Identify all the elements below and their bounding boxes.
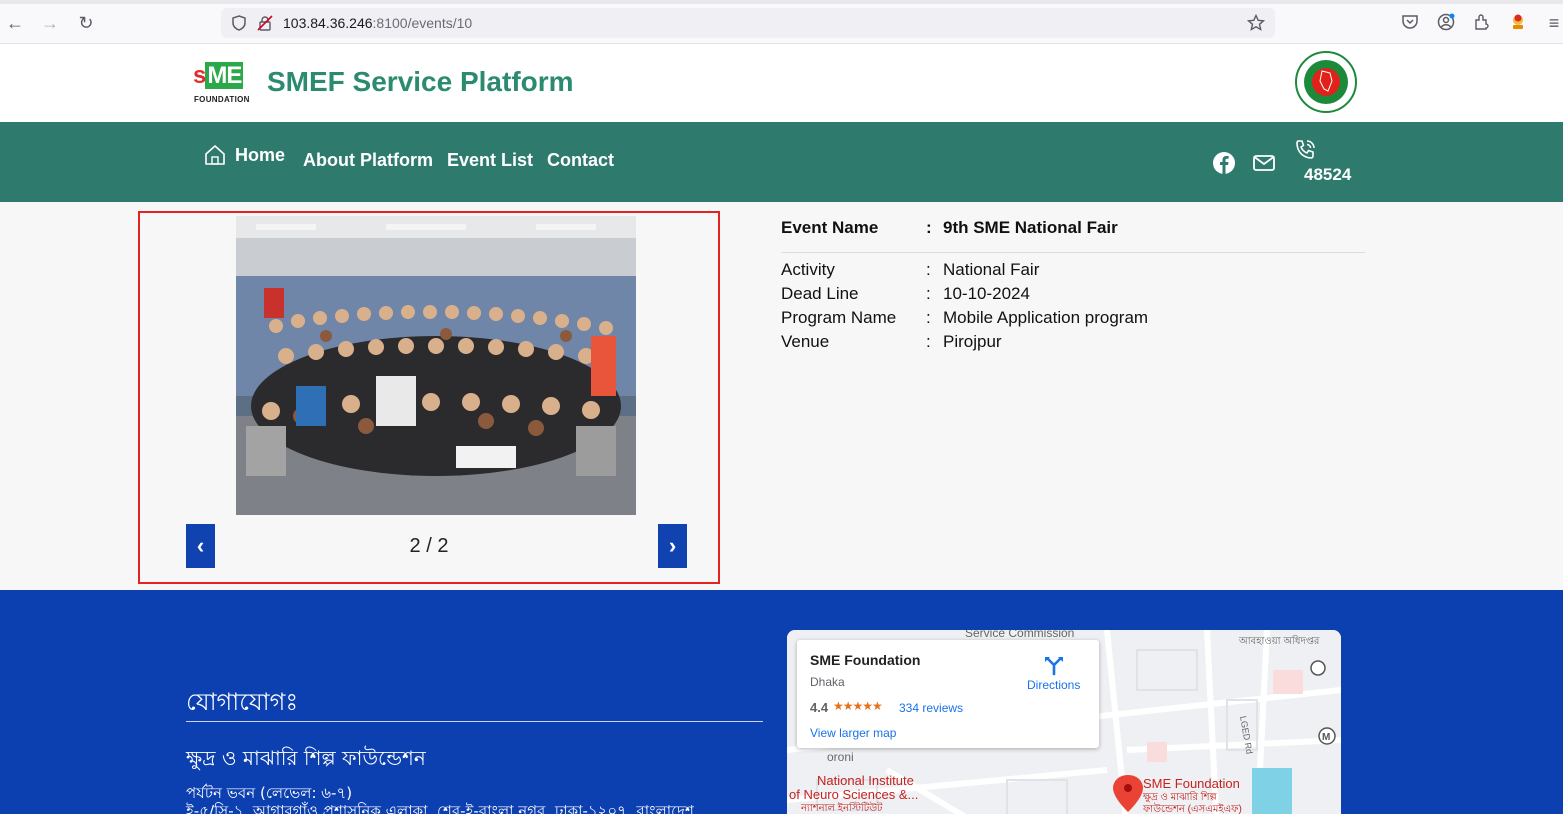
embedded-map[interactable]: M Service Commission আবহাওয়া অধিদপ্তর o… bbox=[787, 630, 1341, 814]
event-name-colon: : bbox=[926, 218, 932, 237]
program-value: Mobile Application program bbox=[943, 308, 1149, 327]
address-line-2: ই-৫/সি-১, আগারগাঁও প্রশাসনিক এলাকা, শের-… bbox=[186, 802, 694, 814]
url-text[interactable]: 103.84.36.246:8100/events/10 bbox=[283, 15, 472, 31]
site-title[interactable]: SMEF Service Platform bbox=[267, 66, 574, 98]
extensions-icon[interactable] bbox=[1473, 13, 1491, 31]
bookmark-star-icon[interactable] bbox=[1247, 14, 1265, 32]
activity-label: Activity bbox=[781, 260, 835, 279]
map-label-service: Service Commission bbox=[965, 630, 1075, 640]
logo-foundation-text: FOUNDATION bbox=[194, 95, 250, 104]
deadline-label: Dead Line bbox=[781, 284, 859, 303]
organization-name: ক্ষুদ্র ও মাঝারি শিল্প ফাউন্ডেশন bbox=[186, 746, 426, 770]
deadline-value: 10-10-2024 bbox=[943, 284, 1030, 303]
reload-icon[interactable]: ↻ bbox=[75, 12, 97, 34]
slide-counter: 2 / 2 bbox=[409, 535, 449, 557]
map-label-bn-top: আবহাওয়া অধিদপ্তর bbox=[1239, 636, 1320, 647]
map-place-card: SME Foundation Dhaka 4.4 ★★★★★ 334 revie… bbox=[797, 640, 1099, 748]
facebook-icon[interactable] bbox=[1212, 151, 1236, 175]
venue-label: Venue bbox=[781, 332, 830, 351]
venue-value: Pirojpur bbox=[943, 332, 1002, 351]
contact-divider bbox=[186, 721, 763, 722]
program-label: Program Name bbox=[781, 308, 897, 327]
directions-link[interactable]: Directions bbox=[1027, 678, 1080, 692]
map-label-neuro-2: of Neuro Sciences &... bbox=[789, 787, 919, 802]
pocket-icon[interactable] bbox=[1401, 13, 1419, 31]
map-place-name: SME Foundation bbox=[810, 652, 921, 668]
site-footer: যোগাযোগঃ ক্ষুদ্র ও মাঝারি শিল্প ফাউন্ডেশ… bbox=[0, 590, 1563, 814]
home-icon[interactable] bbox=[204, 144, 226, 166]
map-rating-stars: ★★★★★ bbox=[833, 699, 883, 713]
main-navigation: Home About Platform Event List Contact 4… bbox=[0, 122, 1563, 202]
insecure-lock-icon[interactable] bbox=[257, 15, 273, 31]
nav-contact-link[interactable]: Contact bbox=[547, 150, 614, 171]
sme-foundation-logo[interactable]: sME FOUNDATION bbox=[193, 62, 257, 106]
activity-colon: : bbox=[926, 260, 931, 279]
activity-value: National Fair bbox=[943, 260, 1040, 279]
account-icon[interactable] bbox=[1437, 13, 1455, 31]
shield-icon[interactable] bbox=[231, 15, 247, 31]
event-group-photo bbox=[236, 216, 636, 515]
map-reviews-link[interactable]: 334 reviews bbox=[899, 701, 963, 715]
contact-heading: যোগাযোগঃ bbox=[186, 688, 299, 716]
svg-text:M: M bbox=[1322, 732, 1330, 743]
map-label-oroni: oroni bbox=[827, 750, 854, 764]
hotline-number[interactable]: 48524 bbox=[1304, 165, 1351, 185]
map-label-neuro-1: National Institute bbox=[817, 773, 914, 788]
nav-home-link[interactable]: Home bbox=[235, 145, 285, 166]
slider-next-button[interactable]: › bbox=[658, 524, 687, 568]
addon-icon[interactable] bbox=[1509, 13, 1527, 31]
tab-strip bbox=[0, 0, 1563, 4]
mail-icon[interactable] bbox=[1252, 151, 1276, 175]
event-name-label: Event Name bbox=[781, 218, 879, 237]
map-place-city: Dhaka bbox=[810, 675, 845, 689]
browser-toolbar: ← → ↻ 103.84.36.246:8100/events/10 ≡ bbox=[0, 0, 1563, 44]
forward-icon[interactable]: → bbox=[39, 12, 61, 34]
event-image-slider: ‹ 2 / 2 › bbox=[138, 211, 720, 584]
details-divider bbox=[781, 252, 1365, 253]
program-colon: : bbox=[926, 308, 931, 327]
map-label-neuro-3: ন্যাশনাল ইনস্টিটিউট bbox=[801, 803, 883, 814]
event-name-value: 9th SME National Fair bbox=[943, 218, 1118, 237]
logo-mark: sME bbox=[193, 62, 244, 89]
event-details-section: ‹ 2 / 2 › Event Name : 9th SME National … bbox=[0, 202, 1563, 590]
nav-about-link[interactable]: About Platform bbox=[303, 150, 433, 171]
address-bar[interactable]: 103.84.36.246:8100/events/10 bbox=[221, 8, 1275, 38]
deadline-colon: : bbox=[926, 284, 931, 303]
government-seal-icon bbox=[1295, 51, 1357, 113]
nav-event-list-link[interactable]: Event List bbox=[447, 150, 533, 171]
back-icon[interactable]: ← bbox=[4, 12, 26, 34]
map-rating-value: 4.4 bbox=[810, 700, 829, 715]
venue-colon: : bbox=[926, 332, 931, 351]
directions-icon[interactable] bbox=[1043, 654, 1065, 676]
map-label-sme-3: ফাউন্ডেশন (এসএমইএফ) bbox=[1143, 804, 1242, 814]
map-label-sme-1: SME Foundation bbox=[1143, 776, 1240, 791]
phone-icon[interactable] bbox=[1293, 138, 1317, 162]
menu-icon[interactable]: ≡ bbox=[1543, 12, 1563, 34]
view-larger-map-link[interactable]: View larger map bbox=[810, 726, 896, 740]
site-header: sME FOUNDATION SMEF Service Platform bbox=[0, 44, 1563, 122]
